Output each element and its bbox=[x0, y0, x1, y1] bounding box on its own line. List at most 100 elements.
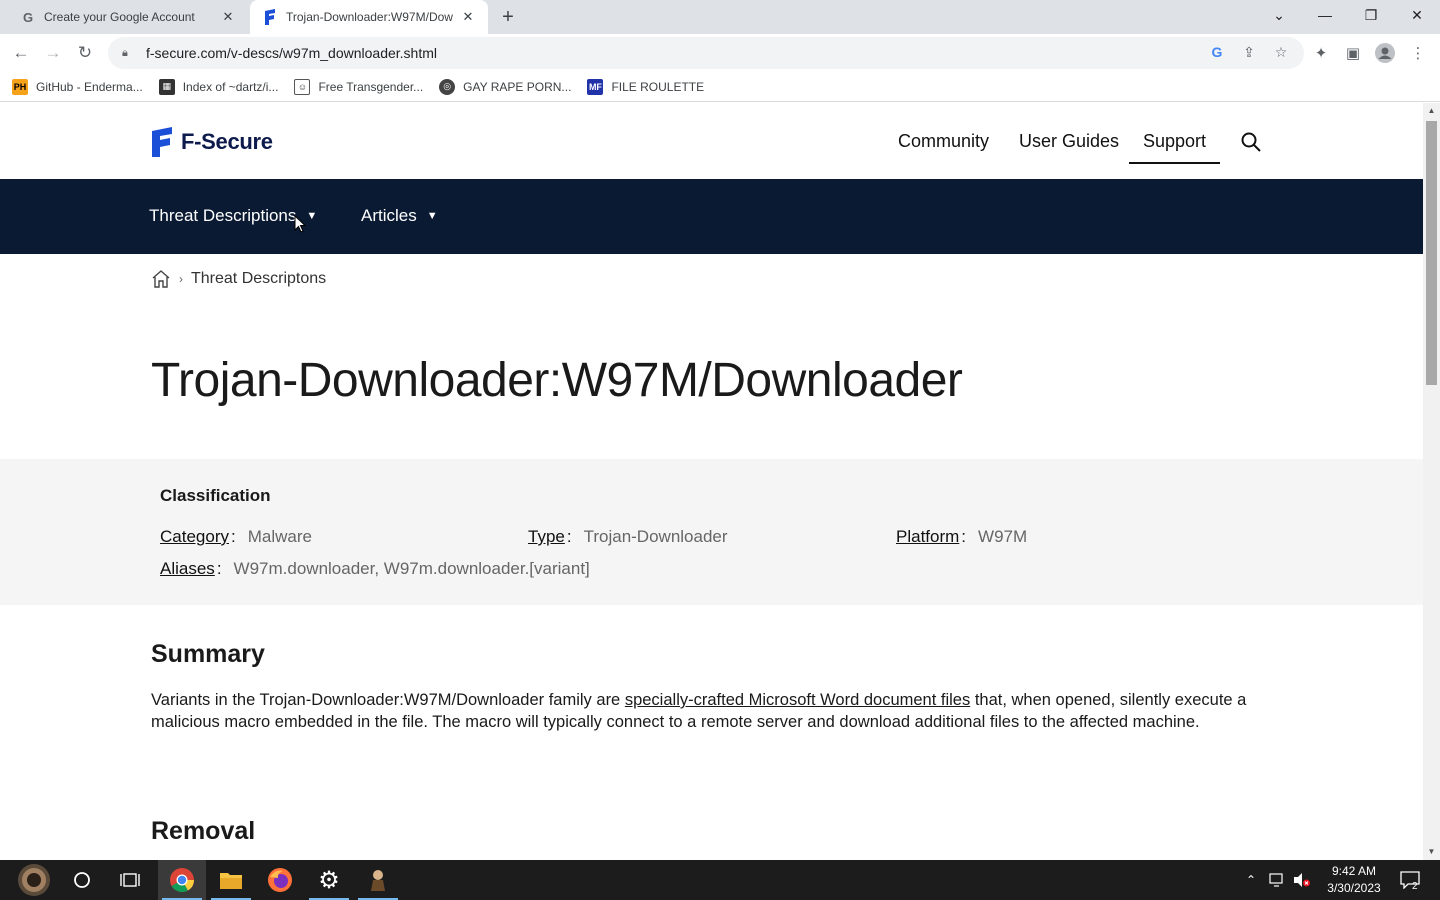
category-value: Malware bbox=[247, 527, 312, 546]
bookmark-label: GitHub - Enderma... bbox=[36, 79, 143, 94]
tab-google-account[interactable]: G Create your Google Account ✕ bbox=[8, 0, 248, 34]
platform-field: Platform: W97M bbox=[896, 527, 1028, 547]
taskbar-settings[interactable]: ⚙ bbox=[305, 860, 353, 900]
scrollbar-thumb[interactable] bbox=[1426, 121, 1437, 385]
google-translate-icon[interactable]: G bbox=[1207, 42, 1227, 62]
summary-heading: Summary bbox=[151, 640, 265, 668]
summary-paragraph: Variants in the Trojan-Downloader:W97M/D… bbox=[151, 689, 1256, 733]
google-g-icon: G bbox=[22, 9, 34, 25]
forward-button[interactable]: → bbox=[40, 40, 66, 66]
nav-user-guides[interactable]: User Guides bbox=[1019, 131, 1119, 152]
menu-kebab-icon[interactable]: ⋮ bbox=[1407, 42, 1429, 64]
word-document-files-link[interactable]: specially-crafted Microsoft Word documen… bbox=[625, 691, 970, 709]
summary-text-start: Variants in the Trojan-Downloader:W97M/D… bbox=[151, 691, 625, 709]
bookmark-github[interactable]: PH GitHub - Enderma... bbox=[12, 78, 143, 95]
restore-button[interactable]: ❐ bbox=[1348, 0, 1394, 30]
windows-taskbar: ⚙ ⌃ 9:42 AM 3/30/2023 2 bbox=[0, 860, 1440, 900]
tab-title: Create your Google Account bbox=[44, 10, 195, 24]
scroll-up-arrow-icon[interactable]: ▲ bbox=[1427, 106, 1436, 115]
tab-title: Trojan-Downloader:W97M/Dow bbox=[286, 10, 453, 24]
mask-icon: ☺ bbox=[294, 78, 311, 95]
bookmark-free-transgender[interactable]: ☺ Free Transgender... bbox=[294, 78, 424, 95]
classification-heading: Classification bbox=[160, 486, 271, 505]
taskbar-chrome[interactable] bbox=[158, 860, 206, 900]
page-scrollbar[interactable]: ▲ ▼ bbox=[1423, 103, 1440, 860]
category-label[interactable]: Category bbox=[160, 527, 229, 547]
show-hidden-icons[interactable]: ⌃ bbox=[1246, 860, 1256, 900]
taskbar-firefox[interactable] bbox=[256, 860, 304, 900]
bookmark-label: Index of ~dartz/i... bbox=[182, 79, 279, 94]
bookmark-file-roulette[interactable]: MF FILE ROULETTE bbox=[587, 78, 705, 95]
lock-icon[interactable]: 🔒︎ bbox=[122, 47, 136, 60]
close-window-button[interactable]: ✕ bbox=[1394, 0, 1440, 30]
aliases-label[interactable]: Aliases bbox=[160, 559, 215, 579]
aliases-value: W97m.downloader, W97m.downloader.[varian… bbox=[233, 559, 590, 578]
taskbar-app-figure[interactable] bbox=[354, 860, 402, 900]
task-view-button[interactable] bbox=[106, 860, 154, 900]
type-value: Trojan-Downloader bbox=[583, 527, 728, 546]
removal-heading: Removal bbox=[151, 817, 256, 845]
bookmark-index-dartz[interactable]: ▦ Index of ~dartz/i... bbox=[158, 78, 279, 95]
profile-avatar-icon[interactable] bbox=[1374, 42, 1396, 64]
platform-label[interactable]: Platform bbox=[896, 527, 959, 547]
tab-f-secure[interactable]: Trojan-Downloader:W97M/Dow ✕ bbox=[250, 0, 488, 34]
breadcrumb-threat-descriptions[interactable]: Threat Descriptons bbox=[191, 270, 326, 288]
nav-community[interactable]: Community bbox=[898, 131, 989, 152]
notification-count-badge: 2 bbox=[1412, 881, 1418, 892]
clock-time: 9:42 AM bbox=[1331, 864, 1377, 878]
tab-strip: G Create your Google Account ✕ Trojan-Do… bbox=[0, 0, 1440, 34]
globe-icon: ◎ bbox=[439, 78, 456, 95]
taskbar-file-explorer[interactable] bbox=[207, 860, 255, 900]
bookmarks-bar: PH GitHub - Enderma... ▦ Index of ~dartz… bbox=[0, 72, 1440, 102]
threat-nav-bar: Threat Descriptions ▼ Articles ▼ bbox=[0, 179, 1423, 254]
close-icon[interactable]: ✕ bbox=[220, 9, 236, 25]
clock-date: 3/30/2023 bbox=[1327, 881, 1381, 895]
f-secure-logo-icon bbox=[152, 127, 172, 157]
nav-support[interactable]: Support bbox=[1129, 131, 1221, 164]
mf-icon: MF bbox=[587, 78, 604, 95]
bookmark-globe-site[interactable]: ◎ GAY RAPE PORN... bbox=[439, 78, 572, 95]
menu-label: Articles bbox=[361, 206, 417, 225]
type-field: Type: Trojan-Downloader bbox=[528, 527, 728, 547]
start-orb-icon bbox=[18, 864, 50, 896]
url-text: f-secure.com/v-descs/w97m_downloader.sht… bbox=[146, 45, 438, 61]
home-icon[interactable] bbox=[151, 269, 171, 289]
browser-toolbar: ← → ↻ 🔒︎ f-secure.com/v-descs/w97m_downl… bbox=[0, 34, 1440, 72]
start-button[interactable] bbox=[10, 860, 58, 900]
network-icon[interactable] bbox=[1269, 860, 1287, 900]
threat-descriptions-menu[interactable]: Threat Descriptions ▼ bbox=[149, 206, 317, 226]
f-secure-logo[interactable]: F-Secure bbox=[151, 127, 273, 157]
platform-value: W97M bbox=[978, 527, 1028, 546]
bookmark-label: GAY RAPE PORN... bbox=[463, 79, 572, 94]
new-tab-button[interactable]: + bbox=[496, 5, 520, 29]
chevron-down-icon: ▼ bbox=[426, 210, 438, 222]
search-icon[interactable] bbox=[1240, 131, 1262, 153]
bookmark-label: FILE ROULETTE bbox=[611, 79, 705, 94]
cortana-search-button[interactable] bbox=[58, 860, 106, 900]
chevron-down-icon: ▼ bbox=[306, 210, 318, 222]
share-icon[interactable]: ⇪ bbox=[1239, 42, 1259, 62]
cortana-circle-icon bbox=[74, 872, 90, 888]
action-center-button[interactable]: 2 bbox=[1398, 860, 1422, 900]
taskbar-clock[interactable]: 9:42 AM 3/30/2023 bbox=[1312, 863, 1396, 897]
reload-button[interactable]: ↻ bbox=[72, 40, 98, 66]
back-button[interactable]: ← bbox=[8, 40, 34, 66]
bookmark-star-icon[interactable]: ☆ bbox=[1271, 42, 1291, 62]
firefox-icon bbox=[268, 868, 292, 892]
articles-menu[interactable]: Articles ▼ bbox=[361, 206, 438, 226]
bookmark-label: Free Transgender... bbox=[318, 79, 424, 94]
extensions-icon[interactable]: ✦ bbox=[1310, 42, 1332, 64]
close-icon[interactable]: ✕ bbox=[460, 9, 476, 25]
folder-icon bbox=[220, 873, 242, 889]
address-bar[interactable]: 🔒︎ f-secure.com/v-descs/w97m_downloader.… bbox=[108, 37, 1304, 69]
tab-search-icon[interactable]: ⌄ bbox=[1256, 0, 1302, 30]
volume-muted-icon[interactable] bbox=[1293, 860, 1311, 900]
scroll-down-arrow-icon[interactable]: ▼ bbox=[1427, 847, 1436, 856]
app-figure-icon bbox=[371, 870, 385, 891]
side-panel-icon[interactable]: ▣ bbox=[1342, 42, 1364, 64]
type-label[interactable]: Type bbox=[528, 527, 565, 547]
f-secure-icon bbox=[262, 9, 278, 25]
aliases-field: Aliases: W97m.downloader, W97m.downloade… bbox=[160, 559, 590, 579]
breadcrumb: › Threat Descriptons bbox=[151, 269, 326, 289]
minimize-button[interactable]: — bbox=[1302, 0, 1348, 30]
